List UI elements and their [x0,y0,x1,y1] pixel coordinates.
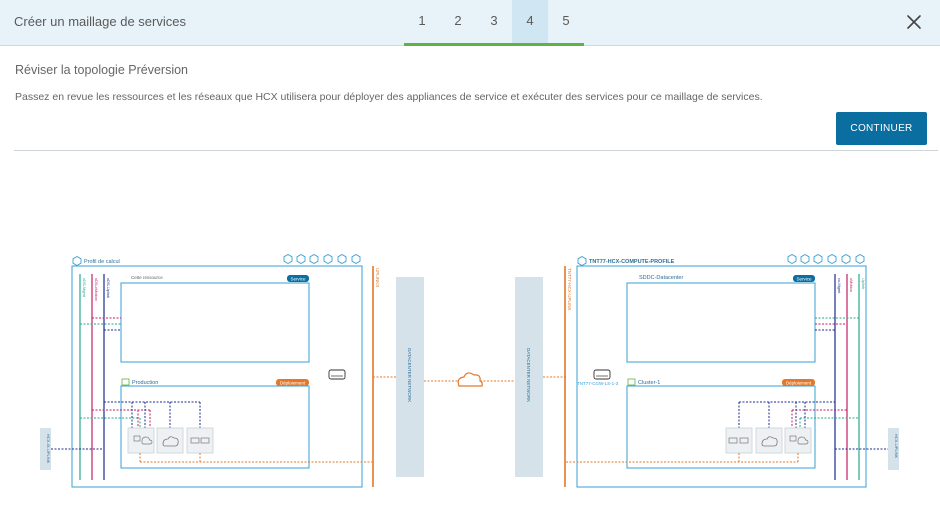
right-device-label: TNT77-CGW-LS-1-3 [577,381,619,386]
left-vlabel-1: vDS-vMotion [94,278,99,301]
left-service-icons [283,254,361,264]
left-vlabel-2: vDS-Uplink [106,278,111,298]
left-network-device-icon [328,369,346,380]
left-profile-icon [72,256,82,266]
hcx-appliance-icon [127,427,155,454]
right-external-net-label: HCX-UPLINK [894,434,899,459]
wizard-title: Créer un maillage de services [14,14,186,29]
left-uplink-label: UPLINKS [375,268,380,287]
close-icon [907,15,921,29]
right-cluster-icon [627,378,636,386]
left-deploy-badge-label: Déploiement [280,380,306,385]
left-deploy-cluster-label: Production [132,380,158,386]
left-service-cluster [120,282,310,363]
step-2[interactable]: 2 [440,0,476,46]
cloud-icon [156,427,184,454]
divider [14,150,938,151]
right-vlabel-0: cx-Mgmt [837,278,842,294]
right-deploy-cluster [626,385,816,469]
right-vlabel-2: Uplink [861,278,866,289]
right-network-device-icon [593,369,611,380]
right-service-cluster [626,282,816,363]
step-5[interactable]: 5 [548,0,584,46]
right-appliances [725,427,812,454]
right-profile-title: TNT77-HCX-COMPUTE-PROFILE [589,259,675,265]
right-deploy-badge-label: Déploiement [786,380,812,385]
section-description: Passez en revue les ressources et les ré… [15,91,763,103]
right-uplink-label: TNT77-HCX-UPLINK [567,268,572,311]
left-wan-label: DATACENTER NETWORK [407,348,412,402]
section-title: Réviser la topologie Préversion [15,63,189,77]
wizard-steps: 1 2 3 4 5 [404,0,584,46]
step-4[interactable]: 4 [512,0,548,46]
step-1[interactable]: 1 [404,0,440,46]
left-service-badge-label: Service [290,276,306,281]
continue-button[interactable]: CONTINUER [836,112,927,145]
left-appliances [127,427,214,454]
right-vlabel-1: vMotion [849,278,854,292]
left-deploy-cluster [120,385,310,469]
right-service-cluster-label: SDDC-Datacenter [639,275,683,281]
cloud-icon [755,427,783,454]
right-profile-icon [577,256,587,266]
topology-diagram: Profil de calcul Cette ressource Service… [40,254,899,488]
wizard-header: Créer un maillage de services 1 2 3 4 5 [0,0,940,46]
right-deploy-cluster-label: Cluster-1 [638,380,660,386]
right-service-badge-label: Service [796,276,812,281]
left-vlabel-0: vDS-Mgmt [82,278,87,298]
right-wan-label: DATACENTER NETWORK [526,348,531,402]
left-profile-title: Profil de calcul [84,259,120,265]
left-cluster-icon [121,378,130,386]
internet-cloud-icon [457,372,483,387]
left-site: Profil de calcul Cette ressource Service… [40,254,396,488]
left-external-net-label: HCX-IX-UPLINK [46,434,51,464]
wan-section: DATACENTER NETWORK DATACENTER NETWORK [396,277,566,477]
right-service-icons [787,254,865,264]
left-service-cluster-label: Cette ressource [131,275,163,280]
right-site: TNT77-HCX-COMPUTE-PROFILE SDDC-Datacente… [564,254,899,488]
close-button[interactable] [904,12,924,32]
step-3[interactable]: 3 [476,0,512,46]
